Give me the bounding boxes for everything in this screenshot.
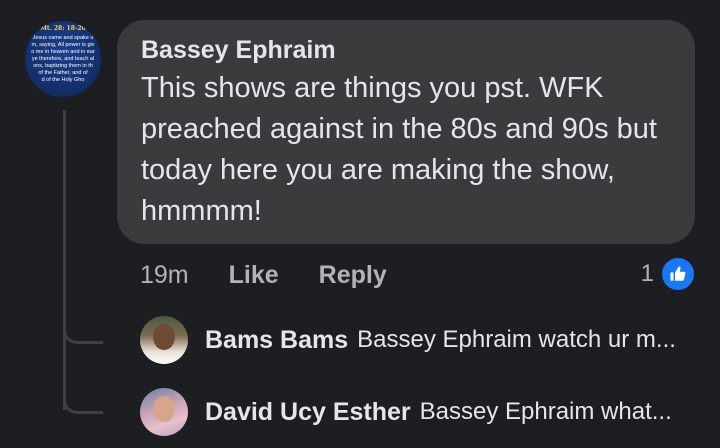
reply-item[interactable]: Bams Bams Bassey Ephraim watch ur m...	[140, 315, 700, 365]
reply-author[interactable]: Bams Bams	[205, 326, 348, 355]
reply-snippet[interactable]: Bassey Ephraim watch ur m...	[357, 326, 676, 354]
avatar-verse-reference: Mt. 28: 18-20	[40, 25, 86, 32]
comment-text: This shows are things you pst. WFK preac…	[141, 72, 657, 227]
reaction-summary[interactable]: 1	[641, 256, 696, 292]
reply-avatar[interactable]	[140, 388, 188, 436]
reply-avatar[interactable]	[140, 316, 188, 364]
comment-actions: 19m Like Reply	[140, 258, 427, 292]
reaction-count: 1	[640, 260, 654, 287]
reply-item[interactable]: David Ucy Esther Bassey Ephraim what...	[140, 387, 700, 437]
thread-line	[63, 110, 66, 410]
commenter-avatar[interactable]: Mt. 28: 18-20 Jesus came and spake u m, …	[25, 21, 101, 97]
like-button[interactable]: Like	[229, 261, 279, 290]
thread-branch-1	[63, 316, 103, 344]
comment-bubble: Bassey Ephraim This shows are things you…	[117, 20, 695, 244]
avatar-verse-text: Jesus came and spake u m, saying, All po…	[31, 35, 95, 83]
thumbs-up-icon	[660, 256, 696, 292]
thread-branch-2	[63, 386, 103, 414]
reply-button[interactable]: Reply	[319, 261, 387, 290]
reply-snippet[interactable]: Bassey Ephraim what...	[420, 398, 672, 426]
comment-author[interactable]: Bassey Ephraim	[141, 34, 671, 66]
comment-time[interactable]: 19m	[140, 261, 189, 290]
reply-author[interactable]: David Ucy Esther	[205, 398, 411, 427]
